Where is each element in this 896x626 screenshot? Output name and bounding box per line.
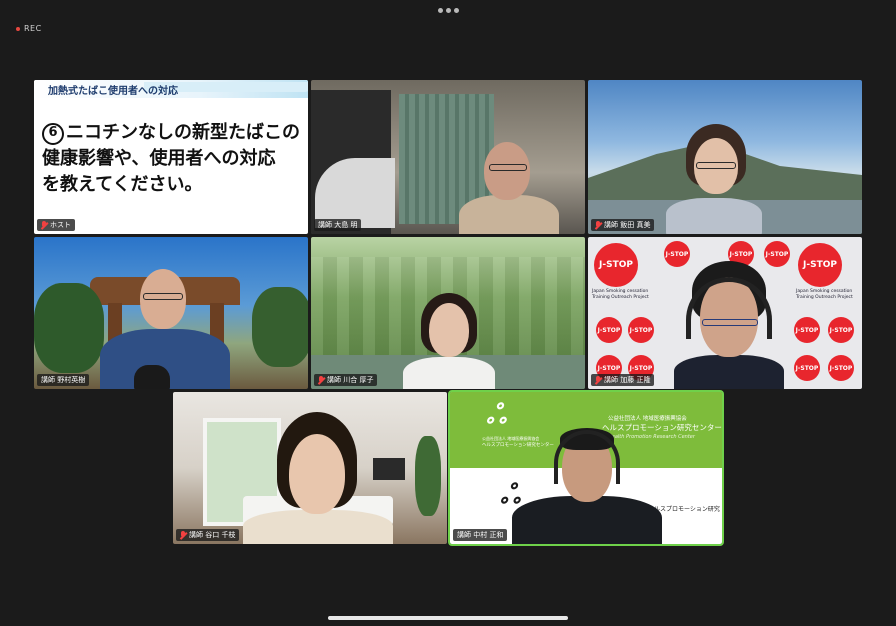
participant-name: ホスト bbox=[50, 221, 71, 229]
participant-name-tag: ホスト bbox=[37, 219, 75, 231]
more-options-button[interactable] bbox=[438, 6, 460, 14]
person-body bbox=[459, 195, 559, 234]
background-tree-right bbox=[252, 287, 308, 367]
jstop-logo-small: J-STOP bbox=[596, 317, 622, 343]
person-head bbox=[429, 303, 469, 357]
mic-muted-icon bbox=[180, 531, 186, 539]
jstop-logo-small: J-STOP bbox=[828, 355, 854, 381]
participant-name: 講師 大島 明 bbox=[318, 221, 358, 229]
person-glasses bbox=[143, 293, 183, 300]
hprc-org-en-right: Health Promotion Research Center bbox=[608, 434, 695, 440]
person-body bbox=[403, 357, 495, 389]
video-tile-nakamura[interactable]: ஃ 公益社団法人 地域医療振興協会 ヘルスプロモーション研究センター 公益社団法… bbox=[448, 390, 724, 546]
slide-number: 6 bbox=[42, 123, 64, 145]
dot-icon bbox=[446, 7, 451, 13]
participant-name: 講師 飯田 真美 bbox=[604, 221, 651, 229]
slide-title: 加熱式たばこ使用者への対応 bbox=[48, 86, 178, 97]
hprc-org-name-right: ヘルスプロモーション研究センター bbox=[602, 423, 722, 432]
slide-line-1: ニコチンなしの新型たばこの bbox=[66, 122, 300, 143]
jstop-logo: J-STOP bbox=[594, 243, 638, 287]
video-tile-host[interactable]: 加熱式たばこ使用者への対応 6 ニコチンなしの新型たばこの 健康影響や、使用者への… bbox=[34, 80, 308, 234]
mic-muted-icon bbox=[41, 221, 47, 229]
jstop-caption: Japan Smoking cessation Training Outreac… bbox=[592, 289, 649, 300]
jstop-caption: Japan Smoking cessation Training Outreac… bbox=[796, 289, 853, 300]
participant-name: 講師 野村英樹 bbox=[41, 376, 86, 384]
participant-name-tag: 講師 野村英樹 bbox=[37, 374, 90, 386]
person-head bbox=[289, 434, 345, 514]
slide-line-3: を教えてください。 bbox=[42, 174, 203, 195]
person-body bbox=[666, 198, 762, 234]
person-body bbox=[674, 355, 784, 389]
mic-muted-icon bbox=[595, 221, 601, 229]
dot-icon bbox=[438, 7, 443, 13]
background-plant bbox=[415, 436, 441, 516]
jstop-logo-small: J-STOP bbox=[794, 355, 820, 381]
video-tile-kato[interactable]: J-STOP J-STOP J-STOP J-STOP J-STOP J-STO… bbox=[588, 237, 862, 389]
participant-name: 講師 川合 厚子 bbox=[327, 376, 374, 384]
background-monitor bbox=[315, 158, 395, 228]
participant-name-tag: 講師 川合 厚子 bbox=[314, 374, 378, 386]
mic-muted-icon bbox=[318, 376, 324, 384]
slide-line-2: 健康影響や、使用者への対応 bbox=[42, 148, 276, 169]
jstop-logo-small: J-STOP bbox=[628, 317, 654, 343]
person-head bbox=[484, 142, 530, 200]
video-tile-taniguchi[interactable]: 講師 谷口 千枝 bbox=[173, 392, 447, 544]
video-tile-nomura[interactable]: 講師 野村英樹 bbox=[34, 237, 308, 389]
mic-muted-icon bbox=[595, 376, 601, 384]
hprc-logo-icon: ஃ bbox=[486, 400, 507, 430]
participant-name-tag: 講師 飯田 真美 bbox=[591, 219, 655, 231]
slide-body: 6 ニコチンなしの新型たばこの 健康影響や、使用者への対応 を教えてください。 bbox=[42, 120, 300, 198]
person-body bbox=[243, 510, 393, 544]
participant-name: 講師 谷口 千枝 bbox=[189, 531, 236, 539]
participant-name-tag: 講師 中村 正和 bbox=[453, 529, 508, 541]
jstop-logo-small: J-STOP bbox=[828, 317, 854, 343]
background-tv bbox=[373, 458, 405, 480]
person-glasses bbox=[489, 164, 527, 171]
participant-name-tag: 講師 大島 明 bbox=[314, 219, 362, 231]
participant-name-tag: 講師 谷口 千枝 bbox=[176, 529, 240, 541]
jstop-logo-small: J-STOP bbox=[794, 317, 820, 343]
recording-indicator: REC bbox=[16, 24, 42, 33]
participant-name: 講師 中村 正和 bbox=[457, 531, 504, 539]
background-tree-left bbox=[34, 283, 104, 373]
video-tile-oshima[interactable]: 講師 大島 明 bbox=[311, 80, 585, 234]
person-glasses bbox=[696, 162, 736, 169]
microphone-icon bbox=[134, 365, 170, 389]
video-tile-iida[interactable]: 講師 飯田 真美 bbox=[588, 80, 862, 234]
rec-label: REC bbox=[24, 24, 42, 33]
participant-name-tag: 講師 加藤 正隆 bbox=[591, 374, 655, 386]
jstop-logo-small: J-STOP bbox=[664, 241, 690, 267]
jstop-logo: J-STOP bbox=[798, 243, 842, 287]
jstop-logo-small: J-STOP bbox=[764, 241, 790, 267]
participant-name: 講師 加藤 正隆 bbox=[604, 376, 651, 384]
video-tile-kawai[interactable]: 講師 川合 厚子 bbox=[311, 237, 585, 389]
person-body bbox=[512, 496, 662, 544]
record-dot-icon bbox=[16, 26, 20, 31]
home-indicator[interactable] bbox=[328, 616, 568, 620]
dot-icon bbox=[454, 7, 459, 13]
hprc-org-small-right: 公益社団法人 地域医療振興協会 bbox=[608, 416, 687, 422]
hprc-org-name: ヘルスプロモーション研究センター bbox=[482, 443, 554, 448]
